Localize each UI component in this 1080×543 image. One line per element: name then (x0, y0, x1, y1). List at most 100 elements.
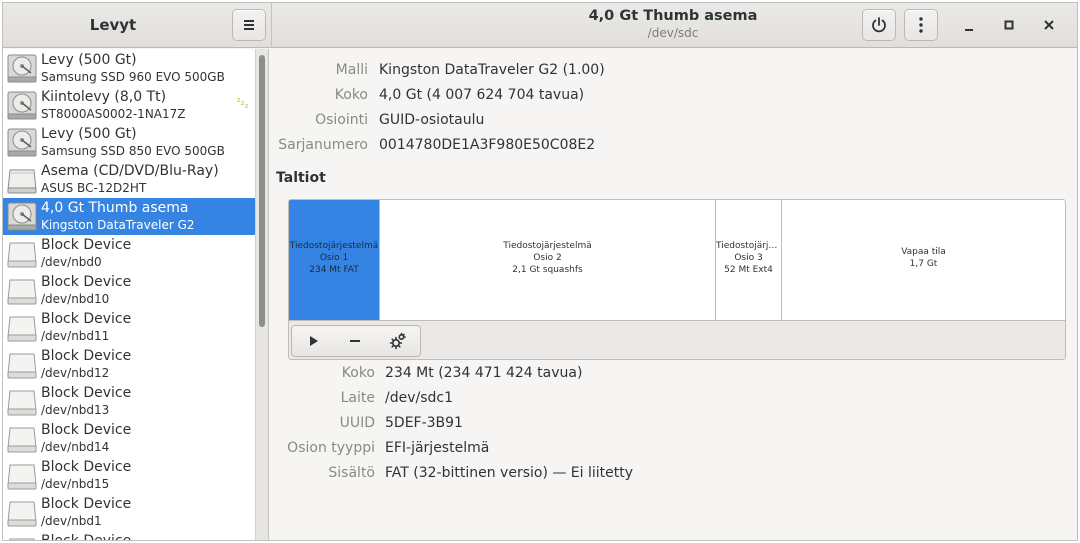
info-value[interactable]: GUID-osiotaulu (379, 112, 484, 128)
optical-drive-icon (7, 164, 37, 195)
sidebar-drive-item[interactable]: Levy (500 Gt) Samsung SSD 960 EVO 500GB (3, 50, 255, 87)
info-row: Laite/dev/sdc1 (269, 390, 453, 408)
block-device-icon (7, 275, 37, 306)
play-icon (292, 326, 334, 356)
info-value[interactable]: 0014780DE1A3F980E50C08E2 (379, 137, 595, 153)
info-label: Osion tyyppi (287, 440, 375, 456)
power-off-button[interactable] (862, 9, 896, 41)
info-row: Osiointi GUID-osiotaulu (269, 112, 484, 130)
sidebar-drive-item[interactable]: 4,0 Gt Thumb asema Kingston DataTraveler … (3, 198, 255, 235)
sidebar-drive-item[interactable]: Block Device/dev/nbd13 (3, 383, 255, 420)
partition-line2: Osio 2 (533, 253, 562, 263)
header-bar: Levyt 4,0 Gt Thumb asema /dev/sdc (3, 3, 1077, 48)
block-device-icon (7, 534, 37, 540)
sidebar-drive-item[interactable]: Block Device (3, 531, 255, 540)
sidebar-drive-item[interactable]: Block Device/dev/nbd10 (3, 272, 255, 309)
delete-partition-button[interactable] (334, 325, 378, 357)
hard-drive-icon (7, 90, 37, 121)
drive-list: Levy (500 Gt) Samsung SSD 960 EVO 500GB Ki… (3, 49, 255, 540)
disks-window: Levyt 4,0 Gt Thumb asema /dev/sdc Levy (… (2, 2, 1078, 541)
info-row: Sisältö FAT (32-bittinen versio) — Ei lii… (269, 465, 633, 483)
sidebar-header: Levyt (3, 3, 272, 48)
drive-list-scrollbar[interactable] (255, 49, 268, 540)
drive-model: /dev/nbd14 (41, 440, 110, 454)
mount-button[interactable] (291, 325, 335, 357)
drive-model: ASUS BC-12D2HT (41, 181, 147, 195)
power-icon (863, 10, 895, 40)
standby-icon: zzz (237, 95, 251, 109)
drive-model: /dev/nbd10 (41, 292, 110, 306)
sidebar-drive-item[interactable]: Block Device/dev/nbd11 (3, 309, 255, 346)
partition-segment[interactable]: Tiedostojärjestelmä Osio 3 52 Mt Ext4 (716, 200, 782, 320)
partition-options-button[interactable] (377, 325, 421, 357)
info-label: Sarjanumero (278, 137, 368, 153)
info-value[interactable]: EFI-järjestelmä (385, 440, 489, 456)
info-label: UUID (339, 415, 375, 431)
vertical-ellipsis-icon (905, 10, 937, 40)
drive-model: /dev/nbd15 (41, 477, 110, 491)
partition-line1: Tiedostojärjestelmä (716, 241, 781, 251)
volumes-heading: Taltiot (276, 170, 326, 186)
partition-line1: Vapaa tila (901, 247, 946, 257)
partition-label: Tiedostojärjestelmä Osio 1 234 Mt FAT (289, 200, 379, 276)
partition-line1: Tiedostojärjestelmä (289, 241, 379, 251)
partition-line3: 52 Mt Ext4 (724, 265, 773, 275)
drive-model: /dev/nbd12 (41, 366, 110, 380)
partition-segment[interactable]: Tiedostojärjestelmä Osio 2 2,1 Gt squashfs (380, 200, 716, 320)
sidebar-drive-item[interactable]: Block Device/dev/nbd0 (3, 235, 255, 272)
sidebar-drive-item[interactable]: Block Device/dev/nbd14 (3, 420, 255, 457)
main-menu-button[interactable] (232, 9, 266, 41)
info-label: Koko (334, 87, 368, 103)
drive-model: /dev/nbd1 (41, 514, 102, 528)
partition-line2: Osio 1 (319, 253, 349, 263)
drive-model: Kingston DataTraveler G2 (41, 218, 195, 232)
drive-name: Asema (CD/DVD/Blu-Ray) (41, 163, 219, 179)
drive-name: Kiintolevy (8,0 Tt) (41, 89, 167, 105)
info-label: Osiointi (315, 112, 368, 128)
info-value[interactable]: Kingston DataTraveler G2 (1.00) (379, 62, 605, 78)
info-label: Sisältö (328, 465, 375, 481)
app-title: Levyt (89, 16, 137, 34)
drive-name: Block Device (41, 459, 132, 475)
drive-menu-button[interactable] (904, 9, 938, 41)
partition-line1: Tiedostojärjestelmä (503, 241, 592, 251)
info-value[interactable]: 4,0 Gt (4 007 624 704 tavua) (379, 87, 584, 103)
scrollbar-thumb[interactable] (259, 55, 265, 327)
info-value[interactable]: FAT (32-bittinen versio) — Ei liitetty (385, 465, 633, 481)
partition-label: Vapaa tila 1,7 Gt (782, 200, 1065, 270)
info-value[interactable]: 234 Mt (234 471 424 tavua) (385, 365, 582, 381)
minimize-icon (953, 9, 985, 41)
svg-text:z: z (241, 100, 244, 107)
hard-drive-icon (7, 53, 37, 84)
minus-icon (334, 326, 377, 356)
minimize-button[interactable] (953, 9, 985, 41)
drive-name: Block Device (41, 237, 132, 253)
close-icon (1033, 9, 1065, 41)
sidebar-drive-item[interactable]: Block Device/dev/nbd15 (3, 457, 255, 494)
maximize-button[interactable] (993, 9, 1025, 41)
partition-line2: 1,7 Gt (909, 259, 938, 269)
drive-name: Block Device (41, 496, 132, 512)
block-device-icon (7, 312, 37, 343)
info-value[interactable]: /dev/sdc1 (385, 390, 453, 406)
info-label: Malli (335, 62, 368, 78)
info-label: Laite (340, 390, 375, 406)
sidebar-drive-item[interactable]: Block Device/dev/nbd1 (3, 494, 255, 531)
partition-bar: Tiedostojärjestelmä Osio 1 234 Mt FAT Tiedo… (289, 200, 1065, 320)
volume-map: Tiedostojärjestelmä Osio 1 234 Mt FAT Tiedo… (288, 199, 1066, 360)
sidebar-drive-item[interactable]: Block Device/dev/nbd12 (3, 346, 255, 383)
block-device-icon (7, 460, 37, 491)
svg-text:z: z (245, 103, 248, 109)
block-device-icon (7, 238, 37, 269)
partition-segment[interactable]: Vapaa tila 1,7 Gt (782, 200, 1065, 320)
drive-model: /dev/nbd11 (41, 329, 110, 343)
sidebar-drive-item[interactable]: Kiintolevy (8,0 Tt) ST8000AS0002-1NA17Z z z… (3, 87, 255, 124)
drive-model: Samsung SSD 960 EVO 500GB (41, 70, 225, 84)
partition-segment[interactable]: Tiedostojärjestelmä Osio 1 234 Mt FAT (289, 200, 380, 320)
sidebar-drive-item[interactable]: Asema (CD/DVD/Blu-Ray) ASUS BC-12D2HT (3, 161, 255, 198)
sidebar-drive-item[interactable]: Levy (500 Gt) Samsung SSD 850 EVO 500GB (3, 124, 255, 161)
drive-model: ST8000AS0002-1NA17Z (41, 107, 186, 121)
info-value[interactable]: 5DEF-3B91 (385, 415, 463, 431)
window-subtitle: /dev/sdc (647, 26, 699, 40)
close-button[interactable] (1033, 9, 1065, 41)
